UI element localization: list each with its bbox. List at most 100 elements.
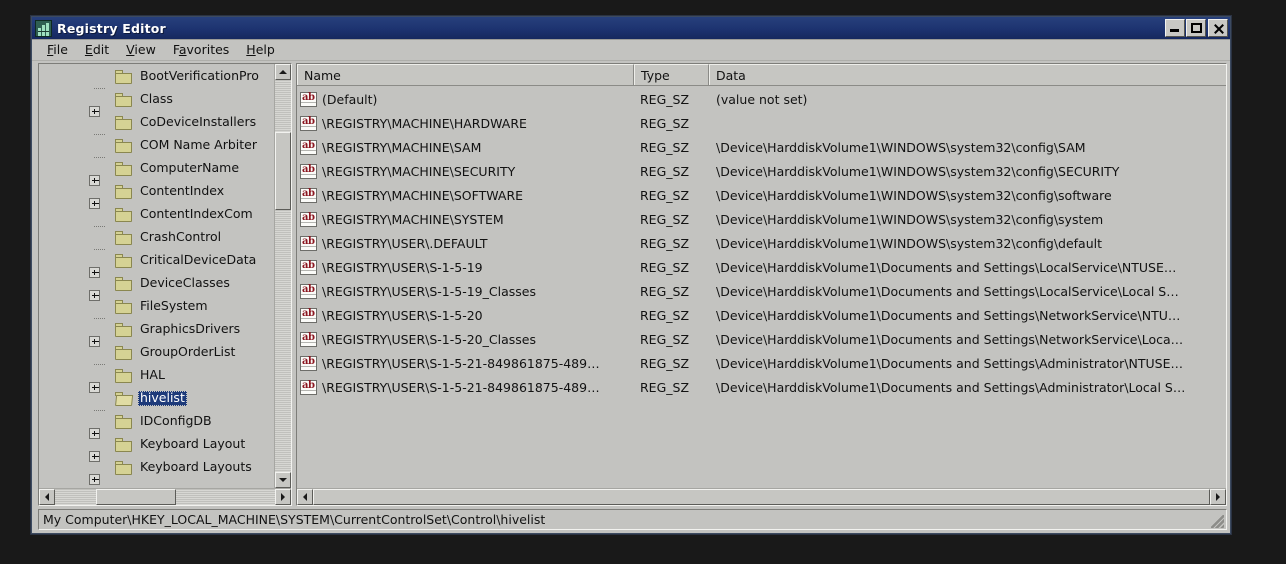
- minimize-button[interactable]: [1165, 19, 1185, 37]
- tree-vscroll-track-top[interactable]: [275, 80, 291, 132]
- maximize-button[interactable]: [1186, 19, 1206, 37]
- tree-vscroll-track-bottom[interactable]: [275, 210, 291, 472]
- title-bar[interactable]: Registry Editor: [32, 17, 1230, 40]
- menu-item-view[interactable]: View: [118, 41, 165, 59]
- list-horizontal-scroll-thumb[interactable]: [313, 489, 1210, 505]
- column-header-name[interactable]: Name: [297, 64, 634, 85]
- tree-horizontal-scrollbar[interactable]: [39, 488, 291, 505]
- folder-icon: [115, 460, 133, 475]
- tree-item-criticaldevicedata[interactable]: CriticalDeviceData: [39, 249, 274, 278]
- table-row[interactable]: \REGISTRY\USER\S-1-5-19 REG_SZ \Device\Har…: [297, 255, 1226, 279]
- tree-item-codeviceinstallers[interactable]: CoDeviceInstallers: [39, 111, 274, 135]
- cell-name: \REGISTRY\USER\S-1-5-19: [322, 259, 483, 275]
- menu-item-file[interactable]: File: [39, 41, 77, 59]
- cell-data: \Device\HarddiskVolume1\Documents and Se…: [716, 307, 1181, 323]
- cell-name: \REGISTRY\USER\S-1-5-21-849861875-489…: [322, 355, 600, 371]
- column-header-data[interactable]: Data: [709, 64, 1226, 85]
- status-bar: My Computer\HKEY_LOCAL_MACHINE\SYSTEM\Cu…: [38, 509, 1227, 530]
- table-row[interactable]: \REGISTRY\USER\S-1-5-20_Classes REG_SZ \De…: [297, 327, 1226, 351]
- tree-item-crashcontrol[interactable]: CrashControl: [39, 226, 274, 250]
- cell-type: REG_SZ: [640, 379, 690, 395]
- table-row[interactable]: \REGISTRY\USER\S-1-5-19_Classes REG_SZ \De…: [297, 279, 1226, 303]
- main-panes: BootVerificationPro Class CoDeviceInstalle…: [32, 61, 1230, 506]
- list-scroll-right-button[interactable]: [1210, 489, 1226, 505]
- cell-data: \Device\HarddiskVolume1\WINDOWS\system32…: [716, 139, 1086, 155]
- tree-item-grouporderlist[interactable]: GroupOrderList: [39, 341, 274, 365]
- column-header-type[interactable]: Type: [634, 64, 709, 85]
- cell-name: \REGISTRY\USER\.DEFAULT: [322, 235, 488, 251]
- table-row[interactable]: \REGISTRY\MACHINE\SOFTWARE REG_SZ \Device\…: [297, 183, 1226, 207]
- table-row[interactable]: \REGISTRY\MACHINE\SECURITY REG_SZ \Device\…: [297, 159, 1226, 183]
- cell-name: \REGISTRY\MACHINE\SECURITY: [322, 163, 516, 179]
- table-row[interactable]: \REGISTRY\USER\S-1-5-20 REG_SZ \Device\Har…: [297, 303, 1226, 327]
- cell-name: \REGISTRY\MACHINE\SAM: [322, 139, 482, 155]
- table-row[interactable]: \REGISTRY\USER\.DEFAULT REG_SZ \Device\Har…: [297, 231, 1226, 255]
- tree-vertical-scrollbar[interactable]: [274, 64, 291, 488]
- cell-type: REG_SZ: [640, 235, 690, 251]
- cell-type: REG_SZ: [640, 115, 690, 131]
- tree-item-label: CoDeviceInstallers: [140, 113, 257, 129]
- table-row[interactable]: \REGISTRY\MACHINE\SYSTEM REG_SZ \Device\Ha…: [297, 207, 1226, 231]
- tree-item-keyboard-layout[interactable]: Keyboard Layout: [39, 433, 274, 462]
- string-value-icon: [300, 331, 317, 347]
- tree-item-graphicsdrivers[interactable]: GraphicsDrivers: [39, 318, 274, 347]
- tree-item-computername[interactable]: ComputerName: [39, 157, 274, 186]
- cell-data: \Device\HarddiskVolume1\WINDOWS\system32…: [716, 235, 1103, 251]
- tree-item-label: COM Name Arbiter: [140, 136, 258, 152]
- tree-item-bootverificationpro[interactable]: BootVerificationPro: [39, 65, 274, 89]
- folder-icon: [115, 184, 133, 199]
- cell-name: \REGISTRY\MACHINE\HARDWARE: [322, 115, 527, 131]
- cell-type: REG_SZ: [640, 259, 690, 275]
- tree-vertical-scroll-thumb[interactable]: [275, 132, 291, 210]
- string-value-icon: [300, 355, 317, 371]
- tree-scroll-down-button[interactable]: [275, 472, 291, 488]
- tree-item-contentindex[interactable]: ContentIndex: [39, 180, 274, 209]
- folder-icon: [115, 299, 133, 314]
- tree-item-label: FileSystem: [140, 297, 208, 313]
- window-title: Registry Editor: [57, 20, 166, 36]
- tree-scroll-up-button[interactable]: [275, 64, 291, 80]
- folder-icon: [115, 345, 133, 360]
- table-row[interactable]: (Default) REG_SZ (value not set): [297, 87, 1226, 111]
- tree-item-filesystem[interactable]: FileSystem: [39, 295, 274, 319]
- status-bar-path: My Computer\HKEY_LOCAL_MACHINE\SYSTEM\Cu…: [43, 512, 546, 527]
- menu-item-favorites[interactable]: Favorites: [165, 41, 238, 59]
- tree-item-deviceclasses[interactable]: DeviceClasses: [39, 272, 274, 301]
- menu-item-help[interactable]: Help: [238, 41, 284, 59]
- tree-item-com-name-arbiter[interactable]: COM Name Arbiter: [39, 134, 274, 158]
- cell-name: \REGISTRY\USER\S-1-5-21-849861875-489…: [322, 379, 600, 395]
- list-scroll-left-button[interactable]: [297, 489, 313, 505]
- tree-item-label: CrashControl: [140, 228, 222, 244]
- menu-item-edit[interactable]: Edit: [77, 41, 118, 59]
- cell-type: REG_SZ: [640, 91, 690, 107]
- tree-scroll-right-button[interactable]: [275, 489, 291, 505]
- cell-type: REG_SZ: [640, 307, 690, 323]
- tree-item-hivelist[interactable]: hivelist: [39, 387, 274, 411]
- table-row[interactable]: \REGISTRY\USER\S-1-5-21-849861875-489… RE…: [297, 375, 1226, 399]
- string-value-icon: [300, 115, 317, 131]
- table-row[interactable]: \REGISTRY\USER\S-1-5-21-849861875-489… RE…: [297, 351, 1226, 375]
- string-value-icon: [300, 91, 317, 107]
- cell-type: REG_SZ: [640, 187, 690, 203]
- table-row[interactable]: \REGISTRY\MACHINE\HARDWARE REG_SZ: [297, 111, 1226, 135]
- tree-item-label: GroupOrderList: [140, 343, 236, 359]
- list-horizontal-scrollbar[interactable]: [297, 488, 1226, 505]
- close-button[interactable]: [1208, 19, 1228, 37]
- tree-item-idconfigdb[interactable]: IDConfigDB: [39, 410, 274, 439]
- tree-scroll-left-button[interactable]: [39, 489, 55, 505]
- registry-tree[interactable]: BootVerificationPro Class CoDeviceInstalle…: [39, 64, 274, 488]
- resize-grip-icon[interactable]: [1211, 515, 1224, 528]
- tree-item-contentindexcom[interactable]: ContentIndexCom: [39, 203, 274, 227]
- cell-data: \Device\HarddiskVolume1\Documents and Se…: [716, 259, 1177, 275]
- tree-item-class[interactable]: Class: [39, 88, 274, 117]
- tree-horizontal-scroll-thumb[interactable]: [96, 489, 176, 505]
- registry-values-list[interactable]: (Default) REG_SZ (value not set) \REGISTRY\…: [297, 86, 1226, 488]
- string-value-icon: [300, 187, 317, 203]
- cell-type: REG_SZ: [640, 211, 690, 227]
- string-value-icon: [300, 235, 317, 251]
- cell-name: \REGISTRY\USER\S-1-5-20: [322, 307, 483, 323]
- tree-item-keyboard-layouts[interactable]: Keyboard Layouts: [39, 456, 274, 485]
- expand-plus-icon[interactable]: [89, 473, 100, 485]
- table-row[interactable]: \REGISTRY\MACHINE\SAM REG_SZ \Device\Hardd…: [297, 135, 1226, 159]
- tree-item-hal[interactable]: HAL: [39, 364, 274, 393]
